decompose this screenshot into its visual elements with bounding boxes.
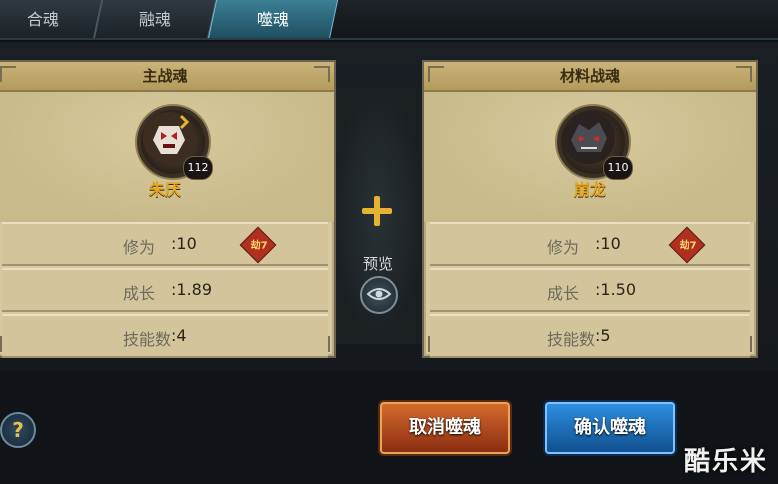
stat-row: 技能数 :5 bbox=[430, 314, 750, 358]
tab-shihun[interactable]: 噬魂 bbox=[207, 0, 339, 39]
preview-label: 预览 bbox=[362, 255, 393, 273]
main-soul-card: 主战魂 112 朱厌 修为 :10 劫7 成长 :1.89 技能数 :4 bbox=[0, 60, 336, 358]
material-soul-name: 崩龙 bbox=[573, 180, 606, 199]
corner-ornament bbox=[428, 66, 444, 82]
material-soul-avatar[interactable]: 110 bbox=[557, 106, 633, 180]
tribulation-badge: 劫7 bbox=[668, 226, 706, 264]
stat-value: :1.89 bbox=[171, 280, 213, 299]
stat-value: :10 bbox=[171, 234, 197, 253]
material-soul-card: 材料战魂 110 崩龙 修为 :10 劫7 成长 :1.50 技能数 :5 bbox=[422, 60, 758, 358]
tab-ronghun[interactable]: 融魂 bbox=[93, 0, 217, 39]
help-button[interactable]: ? bbox=[0, 412, 36, 448]
stat-label: 技能数 bbox=[123, 330, 172, 349]
corner-ornament bbox=[0, 66, 16, 82]
stat-row: 修为 :10 劫7 bbox=[430, 222, 750, 266]
stat-label: 技能数 bbox=[547, 330, 596, 349]
eye-icon bbox=[367, 288, 391, 300]
main-soul-avatar[interactable]: 112 bbox=[137, 106, 213, 180]
confirm-devour-button[interactable]: 确认噬魂 bbox=[545, 402, 675, 454]
cancel-devour-button[interactable]: 取消噬魂 bbox=[380, 402, 510, 454]
stat-value: :5 bbox=[595, 326, 611, 345]
stat-row: 技能数 :4 bbox=[2, 314, 328, 358]
tab-bar: 合魂 融魂 噬魂 bbox=[0, 0, 778, 40]
material-soul-header: 材料战魂 bbox=[424, 62, 756, 92]
stat-label: 修为 bbox=[123, 238, 156, 257]
corner-ornament bbox=[736, 66, 752, 82]
plus-icon bbox=[362, 196, 392, 226]
watermark-logo: 酷乐米 bbox=[683, 447, 768, 477]
stat-label: 成长 bbox=[547, 284, 580, 303]
stat-value: :4 bbox=[171, 326, 187, 345]
stat-row: 成长 :1.50 bbox=[430, 268, 750, 312]
stat-row: 成长 :1.89 bbox=[2, 268, 328, 312]
preview-button[interactable] bbox=[360, 276, 398, 314]
stat-value: :10 bbox=[595, 234, 621, 253]
main-soul-header: 主战魂 bbox=[0, 62, 334, 92]
question-icon: ? bbox=[12, 418, 24, 442]
stat-label: 成长 bbox=[123, 284, 156, 303]
tribulation-badge: 劫7 bbox=[239, 226, 277, 264]
main-soul-name: 朱厌 bbox=[148, 180, 181, 199]
stat-value: :1.50 bbox=[595, 280, 637, 299]
stat-label: 修为 bbox=[547, 238, 580, 257]
corner-ornament bbox=[314, 66, 330, 82]
stat-row: 修为 :10 劫7 bbox=[2, 222, 328, 266]
tab-hehun[interactable]: 合魂 bbox=[0, 0, 103, 39]
